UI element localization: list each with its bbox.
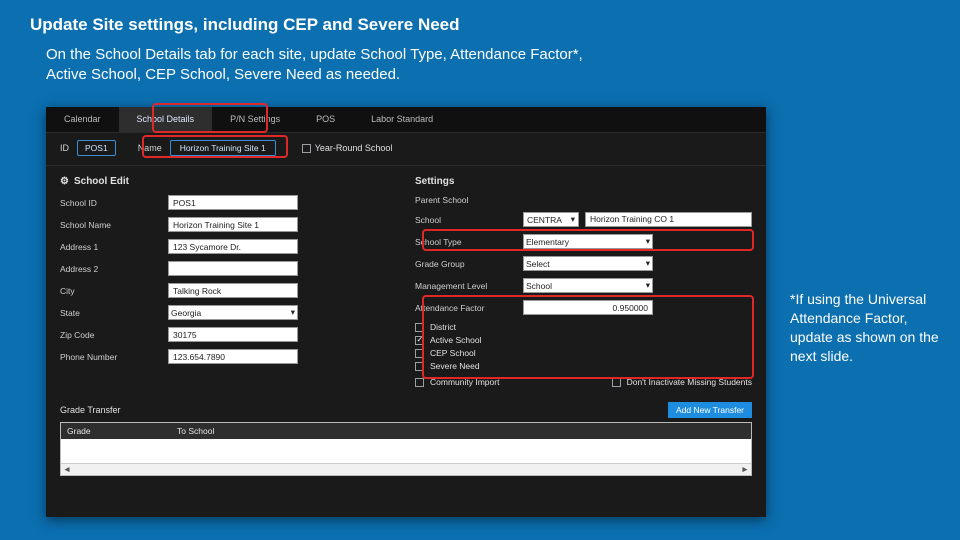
col-to-school: To School (177, 426, 214, 436)
phone-input[interactable] (168, 349, 298, 364)
attendance-factor-input[interactable] (523, 300, 653, 315)
checkbox-icon (415, 378, 424, 387)
id-label: ID (60, 143, 69, 153)
city-input[interactable] (168, 283, 298, 298)
gear-icon (60, 176, 69, 187)
id-row: ID POS1 Name Horizon Training Site 1 Yea… (46, 133, 766, 166)
slide-title: Update Site settings, including CEP and … (0, 0, 960, 43)
id-chip[interactable]: POS1 (77, 140, 116, 156)
attendance-factor-label: Attendance Factor (415, 303, 523, 313)
mgmt-level-label: Management Level (415, 281, 523, 291)
school-value[interactable]: Horizon Training CO 1 (585, 212, 752, 227)
tab-bar: Calendar School Details P/N Settings POS… (46, 107, 766, 133)
year-round-checkbox[interactable]: Year-Round School (302, 143, 393, 153)
checkbox-icon (415, 362, 424, 371)
school-id-label: School ID (60, 198, 168, 208)
zip-input[interactable] (168, 327, 298, 342)
scroll-right-icon[interactable]: ► (739, 464, 751, 475)
school-type-select[interactable]: Elementary ▾ (523, 234, 653, 249)
grade-transfer-table: Grade To School ◄ ► (60, 422, 752, 476)
checkbox-icon (302, 144, 311, 153)
chevron-down-icon: ▾ (646, 258, 650, 269)
tab-school-details[interactable]: School Details (119, 107, 213, 132)
settings-panel: Settings Parent School School CENTRA ▾ H… (415, 174, 752, 390)
col-grade: Grade (67, 426, 177, 436)
school-code-select[interactable]: CENTRA ▾ (523, 212, 579, 227)
community-import-checkbox[interactable]: Community Import (415, 377, 499, 387)
grade-group-select[interactable]: Select ▾ (523, 256, 653, 271)
zip-label: Zip Code (60, 330, 168, 340)
tab-pn-settings[interactable]: P/N Settings (212, 107, 298, 132)
school-edit-title: School Edit (60, 176, 397, 187)
active-school-checkbox[interactable]: Active School (415, 335, 752, 345)
district-checkbox[interactable]: District (415, 322, 752, 332)
school-edit-panel: School Edit School ID School Name Addres… (60, 174, 397, 390)
app-window: Calendar School Details P/N Settings POS… (46, 107, 766, 517)
settings-title: Settings (415, 176, 752, 187)
dont-inactivate-checkbox[interactable]: Don't Inactivate Missing Students (612, 377, 752, 387)
checkbox-icon (415, 349, 424, 358)
grade-group-label: Grade Group (415, 259, 523, 269)
scroll-left-icon[interactable]: ◄ (61, 464, 73, 475)
phone-label: Phone Number (60, 352, 168, 362)
grade-transfer-title: Grade Transfer (60, 405, 121, 415)
city-label: City (60, 286, 168, 296)
sidenote: *If using the Universal Attendance Facto… (790, 290, 940, 366)
address2-input[interactable] (168, 261, 298, 276)
severe-need-checkbox[interactable]: Severe Need (415, 361, 752, 371)
chevron-down-icon: ▾ (571, 214, 575, 225)
year-round-label: Year-Round School (315, 143, 393, 153)
state-label: State (60, 308, 168, 318)
school-label: School (415, 215, 523, 225)
mgmt-level-select[interactable]: School ▾ (523, 278, 653, 293)
tab-pos[interactable]: POS (298, 107, 353, 132)
chevron-down-icon: ▾ (646, 280, 650, 291)
school-name-input[interactable] (168, 217, 298, 232)
checkbox-icon (415, 323, 424, 332)
school-id-input[interactable] (168, 195, 298, 210)
cep-school-checkbox[interactable]: CEP School (415, 348, 752, 358)
school-type-label: School Type (415, 237, 523, 247)
add-new-transfer-button[interactable]: Add New Transfer (668, 402, 752, 418)
address1-input[interactable] (168, 239, 298, 254)
horizontal-scrollbar[interactable]: ◄ ► (61, 463, 751, 475)
chevron-down-icon: ▾ (646, 236, 650, 247)
parent-school-label: Parent School (415, 195, 523, 205)
grade-transfer-panel: Grade Transfer Add New Transfer Grade To… (46, 394, 766, 484)
address1-label: Address 1 (60, 242, 168, 252)
checkbox-icon (415, 336, 424, 345)
slide-intro: On the School Details tab for each site,… (0, 43, 660, 96)
name-chip[interactable]: Horizon Training Site 1 (170, 140, 276, 156)
tab-calendar[interactable]: Calendar (46, 107, 119, 132)
state-select[interactable]: Georgia ▾ (168, 305, 298, 320)
address2-label: Address 2 (60, 264, 168, 274)
tab-labor-standard[interactable]: Labor Standard (353, 107, 451, 132)
name-label: Name (138, 143, 162, 153)
school-name-label: School Name (60, 220, 168, 230)
checkbox-icon (612, 378, 621, 387)
chevron-down-icon: ▾ (291, 307, 295, 318)
